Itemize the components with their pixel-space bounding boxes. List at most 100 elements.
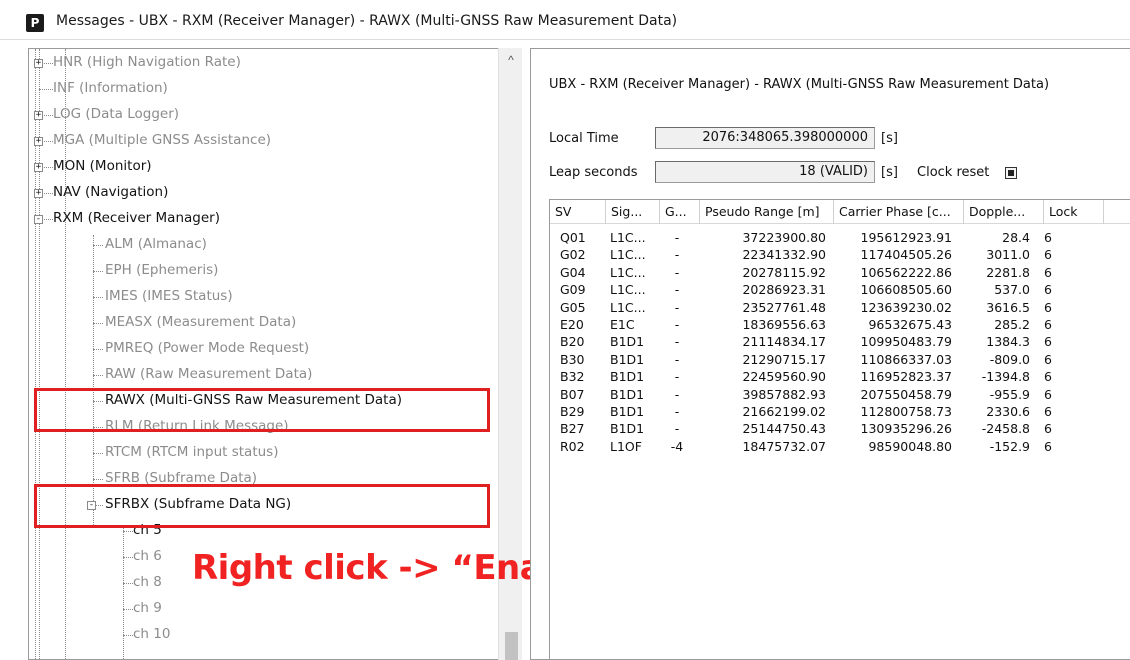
tree-connector-line (93, 349, 103, 350)
table-cell: 2281.8 (986, 264, 1030, 280)
tree-item[interactable]: IMES (IMES Status) (105, 285, 233, 307)
table-cell: 18369556.63 (742, 317, 826, 332)
column-header[interactable]: Sig... (606, 200, 660, 224)
scroll-thumb[interactable] (505, 632, 518, 660)
table-cell: B27 (560, 421, 585, 437)
tree-item[interactable]: ch 9 (133, 597, 162, 619)
tree-item[interactable]: RAW (Raw Measurement Data) (105, 363, 312, 385)
detail-title: UBX - RXM (Receiver Manager) - RAWX (Mul… (549, 77, 1050, 92)
table-row[interactable]: R02 L1OF -4 18475732.07 98590048.80 -152.9 6 (550, 438, 1130, 455)
table-cell: 106562222.86 (860, 264, 952, 280)
tree-guide-line (93, 235, 94, 525)
table-cell: -955.9 (989, 386, 1030, 402)
tree-connector-line (93, 323, 103, 324)
tree-item[interactable]: MON (Monitor) (53, 155, 152, 177)
table-cell: 6 (1044, 230, 1052, 245)
tree-connector-line (93, 479, 103, 480)
clock-reset-checkbox[interactable] (1005, 167, 1017, 179)
local-time-label: Local Time (549, 131, 619, 146)
table-cell: 6 (1044, 299, 1052, 315)
scroll-up-icon[interactable]: ^ (499, 52, 523, 68)
table-cell: E20 (560, 317, 584, 332)
tree-item[interactable]: NAV (Navigation) (53, 181, 168, 203)
table-cell: - (674, 334, 680, 350)
tree-item[interactable]: RTCM (RTCM input status) (105, 441, 278, 463)
table-row[interactable]: G04 L1C... - 20278115.92 106562222.86 2281.8 6 (550, 264, 1130, 281)
table-cell: B1D1 (610, 351, 645, 367)
tree-connector-line (123, 635, 133, 636)
table-cell: B1D1 (610, 404, 645, 419)
expand-icon[interactable]: + (34, 137, 43, 146)
table-row[interactable]: B20 B1D1 - 21114834.17 109950483.79 1384.3 6 (550, 333, 1130, 350)
table-row[interactable]: Q01 L1C... - 37223900.80 195612923.91 28.4 6 (550, 229, 1130, 246)
table-cell: - (674, 317, 680, 332)
collapse-icon[interactable]: - (34, 215, 43, 224)
table-cell: 6 (1044, 438, 1052, 454)
column-header[interactable]: Pseudo Range [m] (700, 200, 834, 224)
table-cell: 112800758.73 (860, 404, 952, 419)
table-cell: B1D1 (610, 334, 645, 350)
measurement-table[interactable]: SV Sig... G... Pseudo Range [m] Carrier Phas… (549, 199, 1130, 659)
table-cell: - (674, 264, 680, 280)
table-row[interactable]: B29 B1D1 - 21662199.02 112800758.73 2330.6 6 (550, 403, 1130, 420)
tree-item[interactable]: LOG (Data Logger) (53, 103, 179, 125)
table-row[interactable]: G05 L1C... - 23527761.48 123639230.02 3616.5 6 (550, 299, 1130, 316)
tree-item[interactable]: RXM (Receiver Manager) (53, 207, 220, 229)
tree-item[interactable]: ch 8 (133, 571, 162, 593)
table-cell: 6 (1044, 317, 1052, 332)
column-header[interactable]: Dopple... (964, 200, 1044, 224)
column-header[interactable]: Carrier Phase [c... (834, 200, 964, 224)
expand-icon[interactable]: + (34, 189, 43, 198)
tree-connector-line (93, 453, 103, 454)
table-cell: B32 (560, 369, 585, 385)
expand-icon[interactable]: + (34, 111, 43, 120)
window-title: Messages - UBX - RXM (Receiver Manager) … (56, 13, 678, 29)
column-header[interactable]: Lock (1044, 200, 1104, 224)
table-cell: 109950483.79 (860, 334, 952, 350)
expand-icon[interactable]: + (34, 163, 43, 172)
tree-item[interactable]: ch 10 (133, 623, 170, 645)
column-header[interactable]: G... (660, 200, 700, 224)
table-cell: - (674, 404, 680, 419)
table-cell: - (674, 386, 680, 402)
tree-item[interactable]: ch 6 (133, 545, 162, 567)
table-row[interactable]: B32 B1D1 - 22459560.90 116952823.37 -1394.8 6 (550, 368, 1130, 385)
tree-connector-line (123, 609, 133, 610)
table-cell: - (674, 230, 680, 245)
table-cell: -809.0 (989, 351, 1030, 367)
tree-connector-line (93, 245, 103, 246)
table-cell: B30 (560, 351, 585, 367)
table-row[interactable]: G09 L1C... - 20286923.31 106608505.60 537.0 6 (550, 281, 1130, 298)
highlight-sfrbx (34, 484, 490, 528)
table-cell: - (674, 282, 680, 298)
tree-connector-line (39, 89, 53, 90)
table-row[interactable]: G02 L1C... - 22341332.90 117404505.26 3011.0 6 (550, 246, 1130, 263)
table-cell: - (674, 247, 680, 263)
table-cell: L1C... (610, 264, 646, 280)
tree-item[interactable]: HNR (High Navigation Rate) (53, 51, 241, 73)
table-row[interactable]: E20 E1C - 18369556.63 96532675.43 285.2 6 (550, 316, 1130, 333)
table-cell: B20 (560, 334, 585, 350)
table-cell: 285.2 (994, 317, 1030, 332)
table-cell: 116952823.37 (860, 369, 952, 385)
table-cell: 98590048.80 (868, 438, 952, 454)
table-cell: 6 (1044, 386, 1052, 402)
tree-connector-line (93, 297, 103, 298)
tree-item[interactable]: EPH (Ephemeris) (105, 259, 218, 281)
table-row[interactable]: B07 B1D1 - 39857882.93 207550458.79 -955.9 6 (550, 386, 1130, 403)
local-time-unit: [s] (881, 131, 898, 146)
tree-item[interactable]: PMREQ (Power Mode Request) (105, 337, 309, 359)
table-cell: 23527761.48 (742, 299, 826, 315)
expand-icon[interactable]: + (34, 59, 43, 68)
table-row[interactable]: B30 B1D1 - 21290715.17 110866337.03 -809.0 6 (550, 351, 1130, 368)
table-cell: 207550458.79 (860, 386, 952, 402)
tree-item[interactable]: ALM (Almanac) (105, 233, 207, 255)
table-row[interactable]: B27 B1D1 - 25144750.43 130935296.26 -2458.8 6 (550, 420, 1130, 437)
tree-item[interactable]: INF (Information) (53, 77, 168, 99)
table-cell: - (674, 351, 680, 367)
table-cell: L1C... (610, 282, 646, 298)
tree-item[interactable]: MGA (Multiple GNSS Assistance) (53, 129, 271, 151)
column-header[interactable]: SV (550, 200, 606, 224)
table-cell: -152.9 (989, 438, 1030, 454)
tree-item[interactable]: MEASX (Measurement Data) (105, 311, 296, 333)
